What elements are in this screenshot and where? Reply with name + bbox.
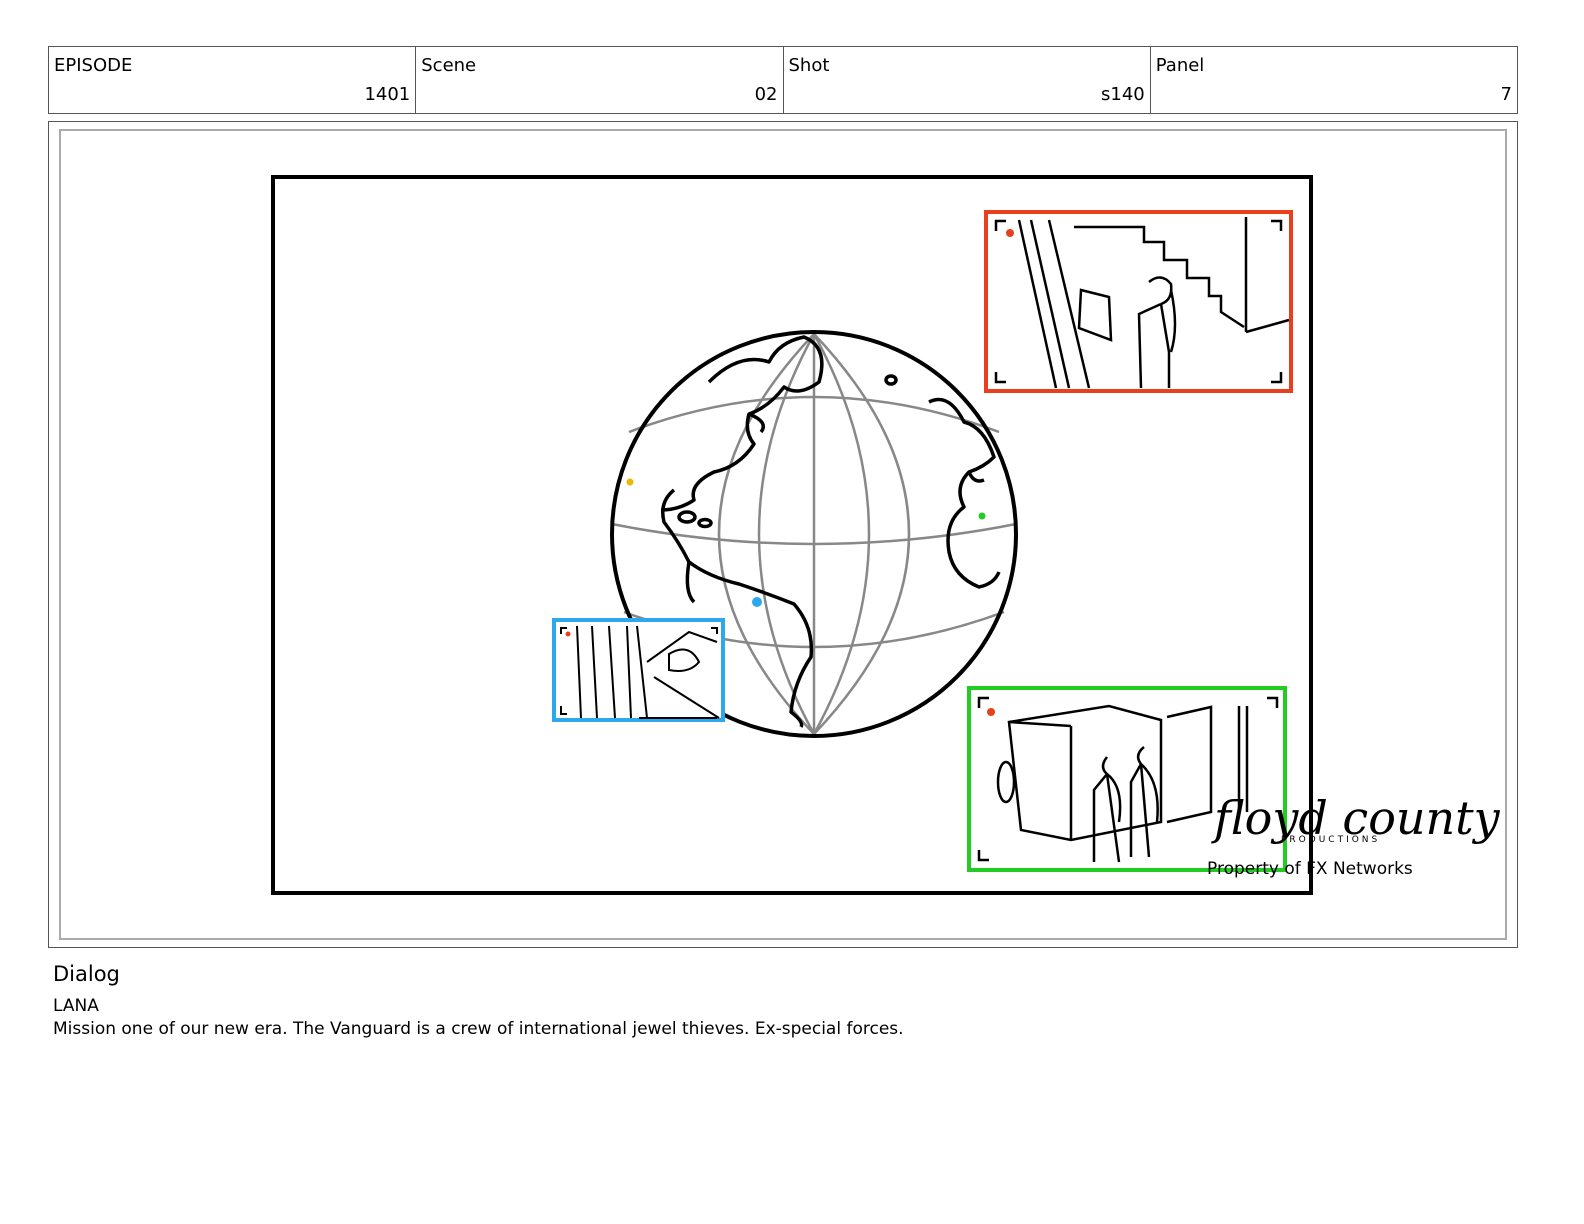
episode-label: EPISODE bbox=[54, 55, 133, 76]
dialog-line: Mission one of our new era. The Vanguard… bbox=[53, 1019, 904, 1039]
panel-value: 7 bbox=[1500, 84, 1512, 105]
shot-cell: Shot s140 bbox=[784, 47, 1151, 113]
scene-value: 02 bbox=[754, 84, 778, 105]
panel-artwork: floyd county PRODUCTIONS Property of FX … bbox=[271, 175, 1501, 895]
location-marker-green bbox=[978, 512, 986, 520]
scene-label: Scene bbox=[421, 55, 477, 76]
episode-value: 1401 bbox=[364, 84, 411, 105]
watermark-property-text: Property of FX Networks bbox=[1207, 859, 1413, 879]
watermark-sub-text: PRODUCTIONS bbox=[1281, 835, 1380, 845]
shot-label: Shot bbox=[788, 55, 830, 76]
dialog-speaker: LANA bbox=[53, 996, 99, 1016]
inset-street bbox=[552, 618, 725, 722]
storyboard-panel: floyd county PRODUCTIONS Property of FX … bbox=[48, 121, 1518, 948]
panel-cell: Panel 7 bbox=[1151, 47, 1517, 113]
dialog-heading: Dialog bbox=[53, 962, 120, 986]
location-marker-blue bbox=[752, 597, 762, 607]
scene-cell: Scene 02 bbox=[416, 47, 784, 113]
storyboard-header: EPISODE 1401 Scene 02 Shot s140 Panel 7 bbox=[48, 46, 1518, 114]
watermark-logo: floyd county PRODUCTIONS Property of FX … bbox=[1207, 791, 1501, 879]
panel-label: Panel bbox=[1155, 55, 1205, 76]
inset-stairs bbox=[984, 210, 1293, 393]
episode-cell: EPISODE 1401 bbox=[49, 47, 417, 113]
shot-value: s140 bbox=[1101, 84, 1145, 105]
location-marker-yellow bbox=[626, 478, 634, 486]
